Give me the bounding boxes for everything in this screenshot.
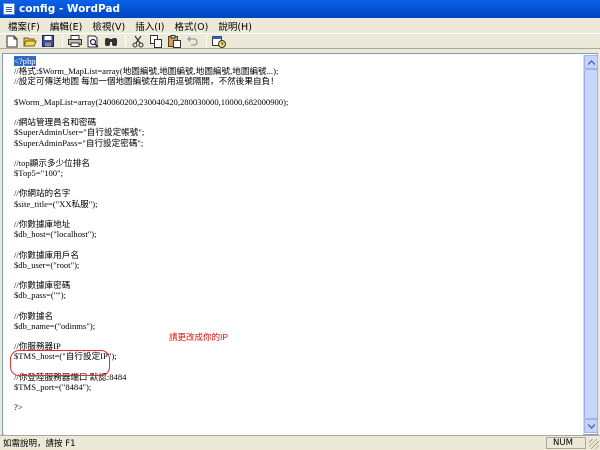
doc-line: //你網站的名字 xyxy=(14,188,71,199)
cut-icon[interactable] xyxy=(130,34,146,48)
doc-line xyxy=(14,148,573,158)
doc-line: $site_title=("XX私服"); xyxy=(14,198,98,209)
menu-format[interactable]: 格式(O) xyxy=(169,19,213,33)
doc-line: $db_pass=(""); xyxy=(14,290,66,301)
wordpad-document-icon xyxy=(3,3,15,15)
doc-line: $db_host=("localhost"); xyxy=(14,229,97,240)
doc-line xyxy=(14,107,573,117)
selected-text: <?php xyxy=(14,56,36,66)
status-help-text: 如需說明，請按 F1 xyxy=(3,439,76,449)
open-icon[interactable] xyxy=(22,34,38,48)
doc-line: $SuperAdminUser="自行設定帳號"; xyxy=(14,127,145,138)
num-lock-indicator: NUM xyxy=(546,437,586,449)
status-bar: 如需說明，請按 F1 NUM xyxy=(0,435,600,450)
menu-help[interactable]: 說明(H) xyxy=(213,19,257,33)
vertical-scrollbar[interactable] xyxy=(583,55,598,433)
save-icon[interactable] xyxy=(40,34,56,48)
print-preview-icon[interactable] xyxy=(85,34,101,48)
doc-line: ?> xyxy=(14,402,23,413)
doc-line: $SuperAdminPass="自行設定密碼"; xyxy=(14,137,144,148)
toolbar-separator xyxy=(62,35,63,47)
doc-line: <?php xyxy=(14,56,573,66)
highlight-circle xyxy=(10,350,110,376)
menu-bar: 檔案(F) 編輯(E) 檢視(V) 插入(I) 格式(O) 說明(H) xyxy=(0,18,600,33)
document-body[interactable]: <?php //格式:$Worm_MapList=array(地圖編號,地圖編號… xyxy=(4,55,583,435)
doc-line: //你數據庫密碼 xyxy=(14,280,71,291)
doc-line: //格式:$Worm_MapList=array(地圖編號,地圖編號,地圖編號,… xyxy=(14,66,279,77)
undo-icon[interactable] xyxy=(184,34,200,48)
menu-edit[interactable]: 編輯(E) xyxy=(45,19,87,33)
new-icon[interactable] xyxy=(4,34,20,48)
menu-view[interactable]: 檢視(V) xyxy=(87,19,130,33)
window-title: config - WordPad xyxy=(19,3,121,15)
doc-line: $Worm_MapList=array(240060200,230040420,… xyxy=(14,96,289,107)
paste-icon[interactable] xyxy=(166,34,182,48)
toolbar xyxy=(0,33,600,49)
doc-line: $Top5="100"; xyxy=(14,168,63,179)
doc-line xyxy=(14,87,573,97)
scroll-thumb[interactable] xyxy=(584,69,598,419)
doc-line xyxy=(14,270,573,280)
doc-line: $db_user=("root"); xyxy=(14,259,80,270)
doc-line: //你數據名 xyxy=(14,310,54,321)
doc-line: //你數據庫用戶名 xyxy=(14,249,79,260)
doc-line: $TMS_port=("8484"); xyxy=(14,382,92,392)
copy-icon[interactable] xyxy=(148,34,164,48)
doc-line: //設定可傳送地圖 每加一個地圖編號在前用逗號隔開，不然後果自負！ xyxy=(14,76,279,87)
find-icon[interactable] xyxy=(103,34,119,48)
doc-line xyxy=(14,239,573,249)
doc-line: //網站管理員名和密碼 xyxy=(14,117,97,128)
print-icon[interactable] xyxy=(67,34,83,48)
scroll-down-icon[interactable] xyxy=(584,419,598,433)
toolbar-separator xyxy=(125,35,126,47)
doc-line xyxy=(14,392,573,402)
toolbar-separator xyxy=(206,35,207,47)
resize-grip-icon[interactable] xyxy=(589,439,599,449)
date-time-icon[interactable] xyxy=(211,34,227,48)
doc-line: //top顯示多少位排名 xyxy=(14,157,90,168)
menu-file[interactable]: 檔案(F) xyxy=(3,19,45,33)
doc-line xyxy=(14,301,573,311)
document-frame: <?php //格式:$Worm_MapList=array(地圖編號,地圖編號… xyxy=(2,53,598,435)
scroll-up-icon[interactable] xyxy=(584,55,598,69)
title-bar[interactable]: config - WordPad xyxy=(0,0,600,18)
doc-line xyxy=(14,178,573,188)
ip-annotation: 請更改成你的IP xyxy=(169,332,229,342)
doc-line: $db_name=("odinms"); xyxy=(14,320,96,331)
doc-line xyxy=(14,209,573,219)
doc-line xyxy=(14,331,573,341)
menu-insert[interactable]: 插入(I) xyxy=(130,19,169,33)
doc-line: //你數據庫地址 xyxy=(14,219,71,229)
